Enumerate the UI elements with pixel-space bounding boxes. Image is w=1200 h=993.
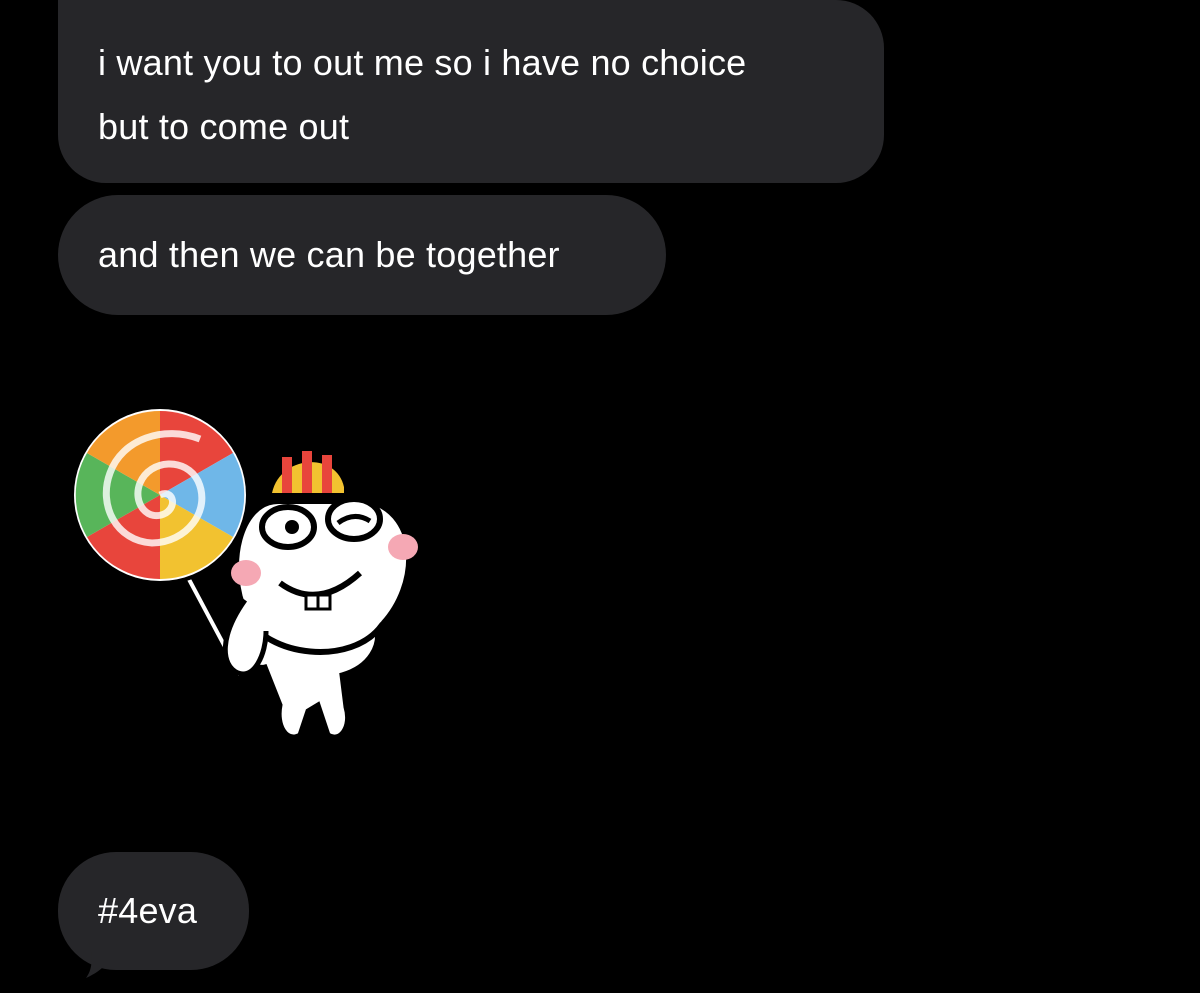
striped-hat [268,451,348,497]
message-text: and then we can be together [98,234,560,275]
bubble-tail [86,940,118,978]
lollipop-bunny-sticker[interactable] [70,405,450,750]
message-thread: i want you to out me so i have no choice… [0,0,1200,993]
message-bubble[interactable]: and then we can be together [58,195,666,315]
message-text-line: i want you to out me so i have no choice [98,42,747,83]
message-text-line: but to come out [98,106,350,147]
message-bubble[interactable]: i want you to out me so i have no choice… [58,0,884,183]
message-text: #4eva [98,890,198,931]
bunny-character [222,496,418,740]
lollipop-candy [70,405,250,585]
